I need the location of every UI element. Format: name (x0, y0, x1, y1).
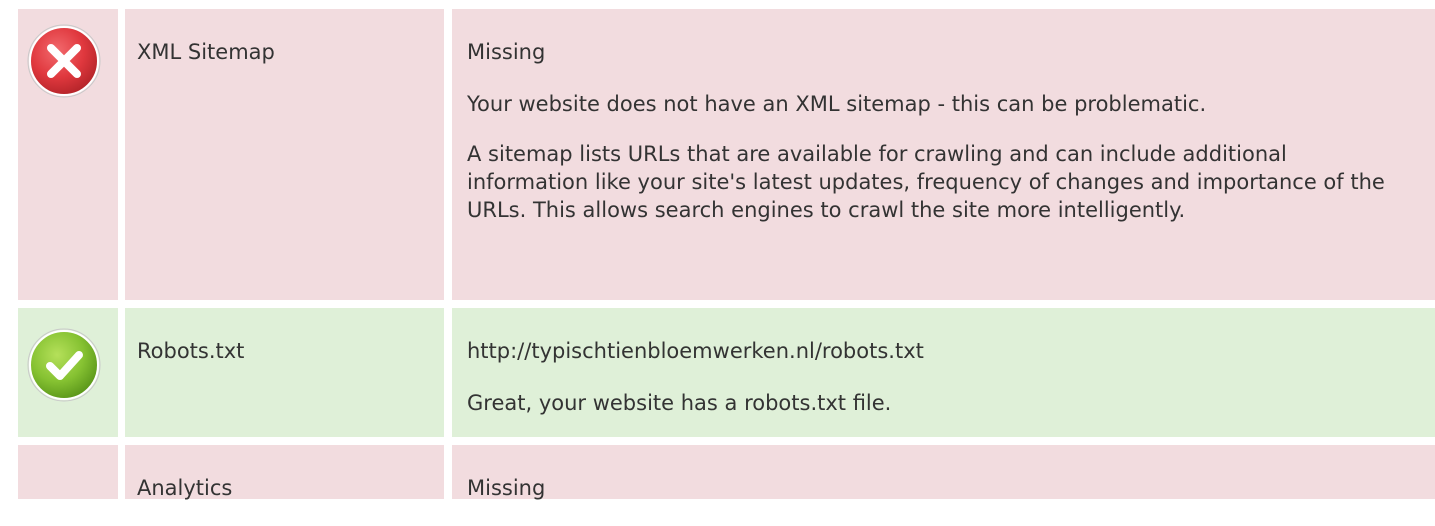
check-value: Missing (467, 40, 546, 64)
check-value: Missing (467, 476, 546, 500)
status-icon-cell (18, 445, 118, 499)
check-label: XML Sitemap (137, 40, 275, 64)
check-label-cell: Robots.txt (125, 308, 444, 437)
check-result-cell: http://typischtienbloemwerken.nl/robots.… (452, 308, 1435, 437)
check-result-cell: Missing (452, 445, 1435, 500)
check-label-cell: Analytics (125, 445, 444, 500)
status-icon-cell (18, 308, 118, 437)
success-check-icon (27, 328, 101, 402)
report-row-analytics: Analytics Missing (0, 445, 1435, 500)
report-row-robots-txt: Robots.txt http://typischtienbloemwerken… (0, 308, 1435, 437)
report-row-xml-sitemap: XML Sitemap Missing Your website does no… (0, 9, 1435, 300)
robots-url-link[interactable]: http://typischtienbloemwerken.nl/robots.… (467, 337, 1417, 365)
check-result-cell: Missing Your website does not have an XM… (452, 9, 1435, 300)
status-icon-cell (18, 9, 118, 300)
check-message: Great, your website has a robots.txt fil… (467, 391, 892, 415)
check-explanation: A sitemap lists URLs that are available … (467, 142, 1385, 222)
error-x-icon (27, 24, 101, 98)
check-message: Your website does not have an XML sitema… (467, 92, 1207, 116)
check-label-cell: XML Sitemap (125, 9, 444, 300)
check-label: Analytics (137, 476, 233, 500)
seo-report-table: XML Sitemap Missing Your website does no… (0, 0, 1435, 500)
check-label: Robots.txt (137, 339, 245, 363)
